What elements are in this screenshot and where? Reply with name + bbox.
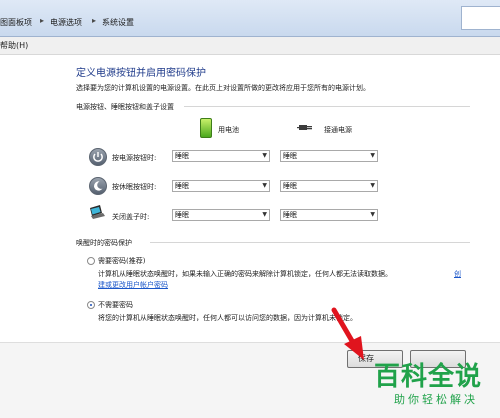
desc-require-password: 计算机从睡眠状态唤醒时，如果未输入正确的密码来解除计算机锁定，任何人都无法读取数… — [98, 270, 392, 278]
power-button-icon — [89, 148, 107, 166]
dropdown-arrow-icon: ▼ — [370, 211, 375, 218]
dropdown-arrow-icon: ▼ — [370, 182, 375, 189]
annotation-arrow — [328, 306, 368, 366]
lid-close-battery-select[interactable]: 睡眠 ▼ — [172, 209, 270, 221]
lid-close-plugged-select[interactable]: 睡眠 ▼ — [280, 209, 378, 221]
select-value: 睡眠 — [283, 152, 297, 160]
radio-require-password[interactable] — [87, 257, 95, 265]
select-value: 睡眠 — [175, 152, 189, 160]
breadcrumb-item-power-options[interactable]: 电源选项 — [50, 17, 82, 28]
row-label-sleep-button: 按休眠按钮时: — [112, 183, 157, 191]
option-require-password[interactable]: 需要密码(推荐) — [98, 256, 145, 266]
link-create-password-part1[interactable]: 创 — [454, 269, 461, 279]
section-divider — [150, 242, 470, 243]
watermark-tagline: 助你轻松解决 — [394, 393, 478, 406]
desc-no-password: 将您的计算机从睡眠状态唤醒时，任何人都可以访问您的数据，因为计算机未锁定。 — [98, 314, 357, 322]
section-heading-wake-password: 唤醒时的密码保护 — [76, 239, 132, 247]
select-value: 睡眠 — [175, 182, 189, 190]
select-value: 睡眠 — [175, 211, 189, 219]
column-header-battery: 用电池 — [218, 126, 239, 134]
column-header-plugged-in: 接通电源 — [324, 126, 352, 134]
section-heading-power-buttons: 电源按钮、睡眠按钮和盖子设置 — [76, 103, 174, 111]
select-value: 睡眠 — [283, 182, 297, 190]
menu-help[interactable]: 帮助(H) — [0, 40, 28, 51]
row-label-power-button: 按电源按钮时: — [112, 154, 157, 162]
dropdown-arrow-icon: ▼ — [262, 211, 267, 218]
sleep-button-plugged-select[interactable]: 睡眠 ▼ — [280, 180, 378, 192]
watermark-logo-text: 百科全说 — [373, 362, 482, 392]
option-no-password[interactable]: 不需要密码 — [98, 300, 133, 310]
row-label-lid-close: 关闭盖子时: — [112, 213, 150, 221]
laptop-lid-icon — [88, 204, 106, 220]
breadcrumb-item-system-settings[interactable]: 系统设置 — [102, 17, 134, 28]
section-divider — [184, 106, 470, 107]
sleep-button-icon — [89, 177, 107, 195]
breadcrumb-separator[interactable]: ▸ — [40, 16, 44, 25]
page-intro: 选择要为您的计算机设置的电源设置。在此页上对设置所做的更改将应用于您所有的电源计… — [76, 84, 370, 92]
sleep-button-battery-select[interactable]: 睡眠 ▼ — [172, 180, 270, 192]
plug-icon — [297, 122, 313, 132]
dropdown-arrow-icon: ▼ — [370, 152, 375, 159]
radio-no-password[interactable] — [87, 301, 95, 309]
menu-bar — [0, 37, 500, 55]
search-input[interactable] — [461, 6, 500, 30]
battery-icon — [200, 118, 212, 138]
breadcrumb-item-control-panel[interactable]: 图面板项 — [0, 17, 32, 28]
power-button-battery-select[interactable]: 睡眠 ▼ — [172, 150, 270, 162]
dropdown-arrow-icon: ▼ — [262, 152, 267, 159]
select-value: 睡眠 — [283, 211, 297, 219]
dropdown-arrow-icon: ▼ — [262, 182, 267, 189]
power-button-plugged-select[interactable]: 睡眠 ▼ — [280, 150, 378, 162]
link-create-change-password[interactable]: 建或更改用户帐户密码 — [98, 280, 168, 290]
page-title: 定义电源按钮并启用密码保护 — [76, 68, 206, 79]
breadcrumb-separator[interactable]: ▸ — [92, 16, 96, 25]
